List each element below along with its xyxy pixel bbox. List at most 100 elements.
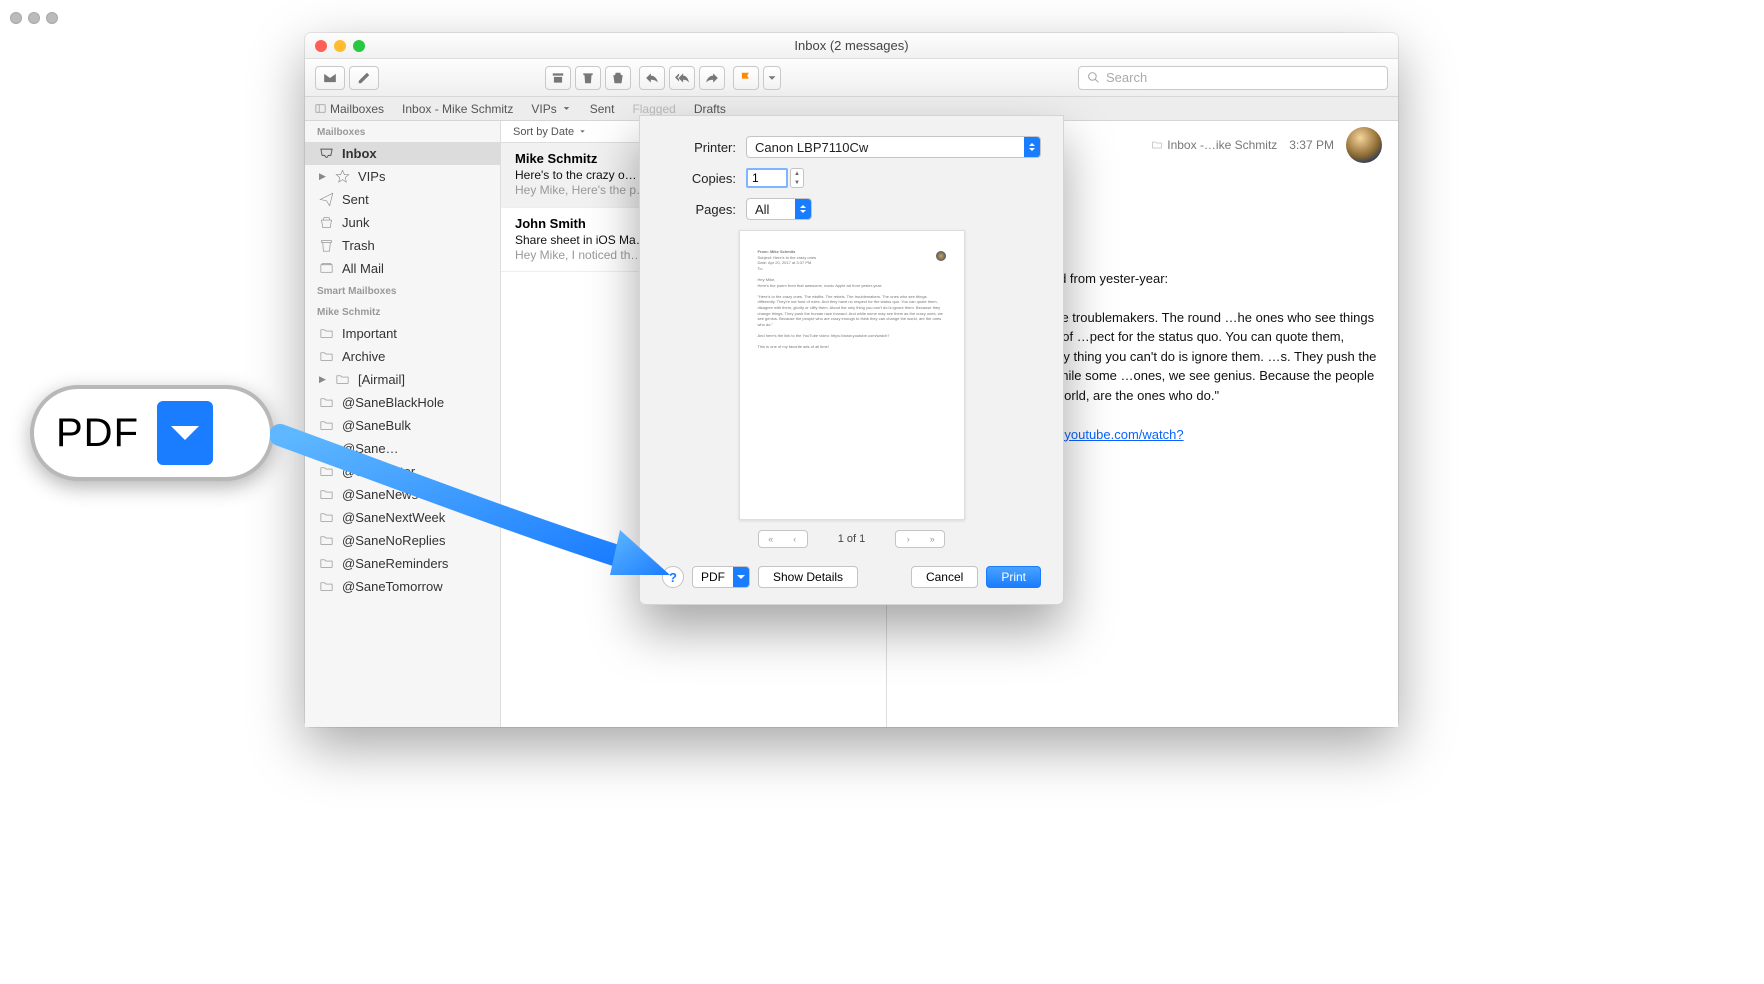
search-icon	[1087, 71, 1100, 84]
chevron-down-icon	[578, 127, 587, 136]
sidebar-item-sent[interactable]: Sent	[305, 188, 500, 211]
toolbar: Search	[305, 59, 1398, 97]
folder-icon	[335, 372, 350, 387]
page-counter: 1 of 1	[838, 533, 866, 545]
search-placeholder: Search	[1106, 70, 1147, 85]
chevron-right-icon[interactable]: ▶	[319, 171, 327, 182]
folder-icon	[319, 487, 334, 502]
callout-label: PDF	[56, 411, 139, 456]
junk-button[interactable]	[605, 66, 631, 90]
folder-icon	[319, 326, 334, 341]
compose-button[interactable]	[349, 66, 379, 90]
flag-menu-button[interactable]	[763, 66, 781, 90]
first-page-icon[interactable]: «	[759, 531, 783, 547]
printer-select[interactable]: Canon LBP7110Cw	[746, 136, 1041, 158]
reply-button[interactable]	[639, 66, 665, 90]
forward-icon	[705, 71, 719, 85]
chevron-down-icon	[157, 401, 213, 465]
compose-icon	[357, 71, 371, 85]
archive-icon	[551, 71, 565, 85]
folder-icon	[319, 510, 334, 525]
sidebar-section: Mailboxes	[305, 121, 500, 142]
sidebar-item-junk[interactable]: Junk	[305, 211, 500, 234]
sidebar-section-acct: Mike Schmitz	[305, 301, 500, 322]
chevron-down-icon	[733, 567, 749, 587]
pages-select[interactable]: All	[746, 198, 812, 220]
folder-icon	[319, 579, 334, 594]
get-mail-button[interactable]	[315, 66, 345, 90]
allmail-icon	[319, 261, 334, 276]
trash-icon	[319, 238, 334, 253]
folder-icon	[319, 395, 334, 410]
last-page-icon[interactable]: »	[920, 531, 944, 547]
sidebar-item-sanenews[interactable]: @SaneNews	[305, 483, 500, 506]
pdf-menu-button[interactable]: PDF	[692, 566, 750, 588]
sidebar-item-sanenextweek[interactable]: @SaneNextWeek	[305, 506, 500, 529]
show-details-button[interactable]: Show Details	[758, 566, 858, 588]
sidebar-icon	[315, 103, 326, 114]
sidebar-item-sane-trunc[interactable]: @Sane…	[305, 437, 500, 460]
next-page-group[interactable]: ›»	[895, 530, 945, 548]
sidebar-item-sanereminders[interactable]: @SaneReminders	[305, 552, 500, 575]
chevron-right-icon[interactable]: ▶	[319, 374, 327, 385]
zoom-icon[interactable]	[353, 40, 365, 52]
folder-icon	[319, 441, 334, 456]
chevron-down-icon	[765, 71, 779, 85]
cancel-button[interactable]: Cancel	[911, 566, 978, 588]
search-field[interactable]: Search	[1078, 66, 1388, 90]
prev-page-icon[interactable]: ‹	[783, 531, 807, 547]
chevron-down-icon	[561, 103, 572, 114]
tab-drafts[interactable]: Drafts	[694, 102, 726, 116]
delete-button[interactable]	[575, 66, 601, 90]
sidebar-item-saneblackhole[interactable]: @SaneBlackHole	[305, 391, 500, 414]
close-icon[interactable]	[315, 40, 327, 52]
chevron-up-icon: ▲	[791, 169, 803, 178]
window-title: Inbox (2 messages)	[794, 38, 908, 53]
sent-icon	[319, 192, 334, 207]
minimize-icon	[28, 12, 40, 24]
sidebar-item-sanenoreplies[interactable]: @SaneNoReplies	[305, 529, 500, 552]
mailboxes-toggle[interactable]: Mailboxes	[315, 102, 384, 116]
tab-sent[interactable]: Sent	[590, 102, 615, 116]
reply-all-icon	[675, 71, 689, 85]
tab-inbox[interactable]: Inbox - Mike Schmitz	[402, 102, 513, 116]
copies-input[interactable]	[746, 168, 788, 188]
sidebar-item-trash[interactable]: Trash	[305, 234, 500, 257]
sidebar-item-allmail[interactable]: All Mail	[305, 257, 500, 280]
folder-icon	[1151, 139, 1163, 151]
sidebar-item-airmail[interactable]: ▶[Airmail]	[305, 368, 500, 391]
copies-label: Copies:	[662, 171, 736, 186]
sidebar-item-important[interactable]: Important	[305, 322, 500, 345]
sidebar-item-sanebulk[interactable]: @SaneBulk	[305, 414, 500, 437]
copies-stepper[interactable]: ▲▼	[790, 168, 804, 188]
archive-button[interactable]	[545, 66, 571, 90]
star-icon	[335, 169, 350, 184]
window-traffic-lights[interactable]	[315, 40, 365, 52]
sidebar-item-sanetomorrow[interactable]: @SaneTomorrow	[305, 575, 500, 598]
tab-flagged[interactable]: Flagged	[632, 102, 675, 116]
flag-button[interactable]	[733, 66, 759, 90]
junk-icon	[611, 71, 625, 85]
envelope-icon	[323, 71, 337, 85]
sidebar-item-sanelater[interactable]: @SaneLater	[305, 460, 500, 483]
sidebar-item-archive[interactable]: Archive	[305, 345, 500, 368]
tab-vips[interactable]: VIPs	[531, 102, 571, 116]
forward-button[interactable]	[699, 66, 725, 90]
close-icon	[10, 12, 22, 24]
titlebar: Inbox (2 messages)	[305, 33, 1398, 59]
print-button[interactable]: Print	[986, 566, 1041, 588]
avatar	[1346, 127, 1382, 163]
next-page-icon[interactable]: ›	[896, 531, 920, 547]
updown-icon	[795, 199, 811, 219]
sidebar-item-vips[interactable]: ▶VIPs	[305, 165, 500, 188]
sidebar-item-inbox[interactable]: Inbox	[305, 142, 500, 165]
pdf-callout: PDF	[30, 385, 274, 481]
minimize-icon[interactable]	[334, 40, 346, 52]
folder-icon	[319, 556, 334, 571]
reply-icon	[645, 71, 659, 85]
prev-page-group[interactable]: «‹	[758, 530, 808, 548]
reply-all-button[interactable]	[669, 66, 695, 90]
avatar-icon	[936, 251, 946, 261]
help-button[interactable]: ?	[662, 566, 684, 588]
reader-meta: Inbox -…ike Schmitz 3:37 PM	[1151, 127, 1382, 163]
